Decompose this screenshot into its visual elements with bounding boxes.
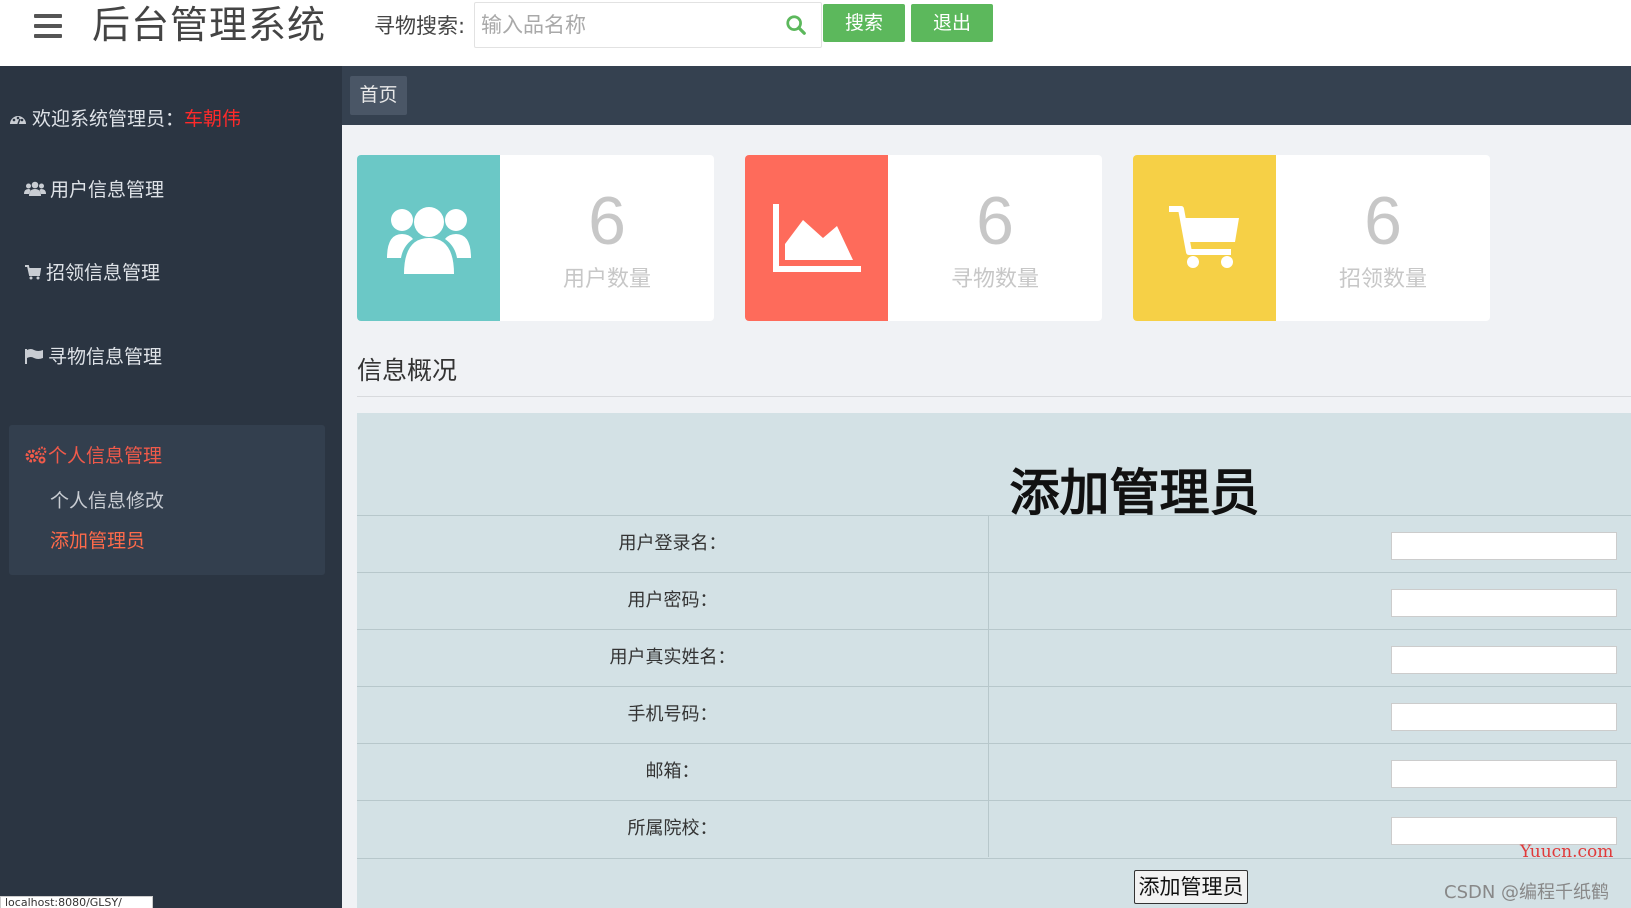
sidebar-item-label: 寻物信息管理 <box>48 346 163 368</box>
real-name-field[interactable] <box>1391 646 1617 674</box>
phone-field[interactable] <box>1391 703 1617 731</box>
sidebar-item-lost-management[interactable]: 寻物信息管理 <box>24 342 162 369</box>
field-label: 用户登录名： <box>357 516 989 572</box>
sidebar-item-label: 用户信息管理 <box>50 179 165 201</box>
tab-home[interactable]: 首页 <box>350 76 407 115</box>
section-title: 信息概况 <box>357 356 458 385</box>
stat-card-found: 6 招领数量 <box>1133 155 1490 321</box>
form-row-login-name: 用户登录名： <box>357 515 1631 572</box>
search-label: 寻物搜索: <box>374 14 466 38</box>
watermark-yuucn: Yuucn.com <box>1520 842 1614 862</box>
dashboard-icon <box>10 115 26 124</box>
welcome-banner: 欢迎系统管理员： 车朝伟 <box>8 104 241 131</box>
form-row-real-name: 用户真实姓名： <box>357 629 1631 686</box>
form-row-school: 所属院校： <box>357 800 1631 857</box>
add-admin-button[interactable]: 添加管理员 <box>1134 870 1248 904</box>
sidebar-group-label: 个人信息管理 <box>48 445 163 467</box>
shopping-cart-icon <box>1168 206 1239 268</box>
welcome-text: 欢迎系统管理员： <box>32 108 185 130</box>
sidebar-item-user-management[interactable]: 用户信息管理 <box>24 175 164 202</box>
sidebar-group-personal: 个人信息管理 个人信息修改 添加管理员 <box>9 425 325 575</box>
email-field[interactable] <box>1391 760 1617 788</box>
add-admin-form: 添加管理员 用户登录名： 用户密码： 用户真实姓名： 手机号码： 邮箱： 所属院… <box>357 413 1631 908</box>
field-label: 邮箱： <box>357 744 989 800</box>
login-name-field[interactable] <box>1391 532 1617 560</box>
app-title: 后台管理系统 <box>92 3 327 47</box>
users-icon <box>386 207 471 274</box>
stat-card-icon-box <box>745 155 888 321</box>
search-icon[interactable] <box>785 14 807 36</box>
logout-button[interactable]: 退出 <box>911 4 993 42</box>
search-box <box>474 2 822 48</box>
search-input[interactable] <box>475 3 775 47</box>
menu-toggle-icon[interactable] <box>34 14 62 38</box>
stat-card-value: 6 <box>976 183 1014 259</box>
flag-icon <box>25 348 43 364</box>
form-divider <box>357 858 1631 859</box>
stat-card-label: 寻物数量 <box>950 267 1039 292</box>
stat-card-value: 6 <box>588 183 626 259</box>
form-row-password: 用户密码： <box>357 572 1631 629</box>
sidebar-subitem-edit-profile[interactable]: 个人信息修改 <box>50 486 164 513</box>
stat-card-icon-box <box>1133 155 1276 321</box>
field-label: 用户密码： <box>357 573 989 629</box>
stat-card-lost: 6 寻物数量 <box>745 155 1102 321</box>
sidebar-item-found-management[interactable]: 招领信息管理 <box>24 258 160 285</box>
admin-name: 车朝伟 <box>184 108 242 130</box>
cart-icon <box>25 264 42 279</box>
password-field[interactable] <box>1391 589 1617 617</box>
field-label: 所属院校： <box>357 801 989 857</box>
sidebar-item-label: 招领信息管理 <box>46 262 161 284</box>
field-label: 手机号码： <box>357 687 989 743</box>
search-button[interactable]: 搜索 <box>823 4 905 42</box>
form-row-phone: 手机号码： <box>357 686 1631 743</box>
sidebar-group-title[interactable]: 个人信息管理 <box>24 441 162 468</box>
tab-bar: 首页 <box>342 66 1631 125</box>
stat-card-icon-box <box>357 155 500 321</box>
users-icon <box>24 181 46 196</box>
stat-card-users: 6 用户数量 <box>357 155 714 321</box>
top-header: 后台管理系统 寻物搜索: 搜索 退出 <box>0 0 1631 66</box>
area-chart-icon <box>772 204 861 272</box>
field-label: 用户真实姓名： <box>357 630 989 686</box>
section-divider <box>357 396 1631 397</box>
stat-card-label: 招领数量 <box>1338 267 1427 292</box>
stat-card-label: 用户数量 <box>562 267 651 292</box>
school-field[interactable] <box>1391 817 1617 845</box>
gears-icon <box>25 446 47 463</box>
main-content: 首页 6 用户数量 6 寻物数量 6 招领数量 信息概况 添加管理员 用户登录名… <box>342 66 1631 908</box>
sidebar: 欢迎系统管理员： 车朝伟 用户信息管理 招领信息管理 寻物信息管理 个人信息管理… <box>0 66 342 908</box>
watermark-csdn: CSDN @编程千纸鹤 <box>1444 882 1610 903</box>
sidebar-subitem-add-admin[interactable]: 添加管理员 <box>50 526 145 553</box>
stat-card-value: 6 <box>1364 183 1402 259</box>
status-bar-url: localhost:8080/GLSY/ <box>0 896 153 908</box>
form-row-email: 邮箱： <box>357 743 1631 800</box>
